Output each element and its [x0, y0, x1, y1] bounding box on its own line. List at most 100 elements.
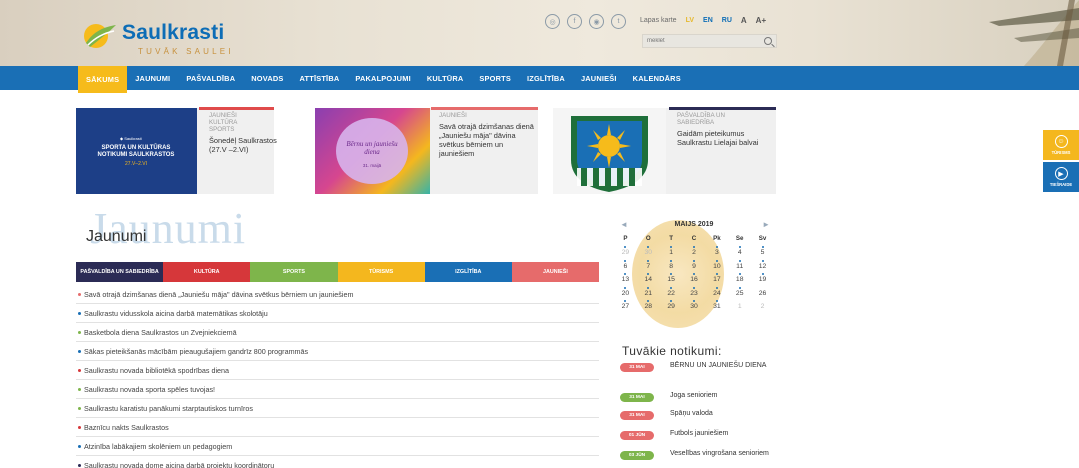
calendar-day[interactable]: 5 [751, 246, 774, 260]
calendar-day[interactable]: 1 [728, 300, 751, 314]
nav-item[interactable]: SPORTS [471, 66, 519, 90]
nav-item[interactable]: KALENDĀRS [625, 66, 689, 90]
calendar-day[interactable]: 30 [683, 300, 706, 314]
nav-item[interactable]: ATTĪSTĪBA [292, 66, 348, 90]
instagram-icon[interactable]: ◉ [589, 14, 604, 29]
calendar-day[interactable]: 14 [637, 273, 660, 287]
news-item[interactable]: Basketbola diena Saulkrastos un Zvejniek… [76, 323, 599, 342]
event-item[interactable]: 01 JŪN Futbols jauniešiem [620, 430, 790, 440]
site-map-link[interactable]: Lapas karte [640, 17, 677, 24]
facebook-icon[interactable]: f [567, 14, 582, 29]
news-item[interactable]: Saulkrastu vidusskola aicina darbā matem… [76, 304, 599, 323]
calendar-day[interactable]: 23 [683, 286, 706, 301]
nav-item[interactable]: PAŠVALDĪBA [178, 66, 243, 90]
event-title[interactable]: Futbols jauniešiem [670, 430, 728, 438]
calendar-day[interactable]: 7 [637, 259, 660, 274]
event-item[interactable]: 31 MAI Spāņu valoda [620, 410, 790, 420]
category-tab[interactable]: PAŠVALDĪBA UN SABIEDRĪBA [76, 262, 164, 282]
featured-card-3[interactable]: PAŠVALDĪBA UN SABIEDRĪBA Gaidām pieteiku… [553, 107, 776, 194]
twitter-icon[interactable]: t [611, 14, 626, 29]
lang-en[interactable]: EN [703, 17, 713, 24]
nav-item[interactable]: JAUNUMI [127, 66, 178, 90]
nav-item[interactable]: IZGLĪTĪBA [519, 66, 573, 90]
news-link[interactable]: Saulkrastu novada bibliotēkā spodrības d… [84, 366, 229, 375]
calendar-day[interactable]: 21 [637, 286, 660, 301]
category-tab[interactable]: IZGLĪTĪBA [424, 262, 512, 282]
news-item[interactable]: Saulkrastu novada bibliotēkā spodrības d… [76, 361, 599, 380]
search-input[interactable] [647, 38, 764, 44]
tourism-tool[interactable]: ☺ TŪRISMS [1043, 130, 1079, 160]
search-icon[interactable] [764, 37, 772, 45]
calendar-day[interactable]: 16 [683, 273, 706, 287]
news-item[interactable]: Baznīcu nakts Saulkrastos [76, 418, 599, 437]
card-title[interactable]: Šonedēļ Saulkrastos (27.V –2.VI) [209, 136, 277, 154]
calendar-day[interactable]: 19 [751, 273, 774, 287]
event-item[interactable]: 31 MAI Joga senioriem [620, 392, 790, 402]
calendar-day[interactable]: 15 [660, 273, 683, 287]
calendar-day[interactable]: 10 [705, 259, 728, 274]
calendar-day[interactable]: 26 [751, 287, 774, 301]
category-tab[interactable]: JAUNIEŠI [511, 262, 600, 282]
calendar-day[interactable]: 1 [660, 246, 683, 260]
calendar-day[interactable]: 4 [728, 246, 751, 260]
nav-item[interactable]: JAUNIEŠI [573, 66, 625, 90]
calendar-day[interactable]: 31 [705, 300, 728, 314]
event-title[interactable]: Veselības vingrošana senioriem [670, 450, 769, 458]
calendar-day[interactable]: 13 [614, 273, 637, 287]
calendar-day[interactable]: 17 [705, 273, 728, 287]
lang-lv[interactable]: LV [686, 17, 694, 24]
calendar-day[interactable]: 12 [751, 259, 774, 274]
calendar-day[interactable]: 6 [614, 259, 637, 274]
news-item[interactable]: Saulkrastu novada dome aicina darbā proj… [76, 456, 599, 468]
event-title[interactable]: BĒRNU UN JAUNIEŠU DIENA [670, 362, 766, 370]
card-title[interactable]: Gaidām pieteikumus Saulkrastu Lielajai b… [677, 129, 773, 147]
calendar-day[interactable]: 2 [751, 300, 774, 314]
category-tab[interactable]: SPORTS [250, 262, 338, 282]
circle-social-icon[interactable]: ◎ [545, 14, 560, 29]
news-link[interactable]: Saulkrastu novada dome aicina darbā proj… [84, 461, 274, 468]
news-link[interactable]: Atzinība labākajiem skolēniem un pedagog… [84, 442, 232, 451]
calendar-day[interactable]: 30 [637, 246, 660, 260]
news-link[interactable]: Baznīcu nakts Saulkrastos [84, 423, 169, 432]
calendar-day[interactable]: 9 [683, 259, 706, 274]
calendar-day[interactable]: 20 [614, 286, 637, 301]
event-title[interactable]: Spāņu valoda [670, 410, 713, 418]
calendar-day[interactable]: 22 [660, 286, 683, 301]
featured-card-1[interactable]: ◆ Saulkrasti SPORTA UN KULTŪRAS NOTIKUMI… [76, 107, 277, 194]
event-item[interactable]: 31 MAI BĒRNU UN JAUNIEŠU DIENA [620, 362, 790, 372]
calendar-day[interactable]: 8 [660, 259, 683, 274]
event-title[interactable]: Joga senioriem [670, 392, 717, 400]
news-link[interactable]: Sākas pieteikšanās mācībām pieaugušajiem… [84, 347, 308, 356]
broadcast-tool[interactable]: ▶ TIEŠRAIDE [1043, 162, 1079, 192]
news-link[interactable]: Saulkrastu karatistu panākumi starptauti… [84, 404, 253, 413]
calendar-next-icon[interactable]: ► [762, 220, 770, 229]
news-link[interactable]: Saulkrastu vidusskola aicina darbā matem… [84, 309, 268, 318]
news-link[interactable]: Saulkrastu novada sporta spēles tuvojas! [84, 385, 215, 394]
calendar-day[interactable]: 2 [683, 246, 706, 260]
nav-item[interactable]: SĀKUMS [78, 66, 128, 93]
category-tab[interactable]: KULTŪRA [163, 262, 251, 282]
news-item[interactable]: Saulkrastu novada sporta spēles tuvojas! [76, 380, 599, 399]
calendar-day[interactable]: 27 [614, 300, 637, 314]
nav-item[interactable]: KULTŪRA [419, 66, 472, 90]
calendar-day[interactable]: 11 [728, 259, 751, 274]
card-title[interactable]: Savā otrajā dzimšanas dienā „Jauniešu mā… [439, 122, 535, 158]
font-decrease[interactable]: A [741, 16, 747, 25]
calendar-day[interactable]: 29 [614, 246, 637, 260]
calendar-day[interactable]: 29 [660, 300, 683, 314]
font-increase[interactable]: A+ [756, 16, 766, 25]
featured-card-2[interactable]: Bērnu un jauniešu diena 31. maijā JAUNIE… [315, 107, 538, 194]
calendar-day[interactable]: 25 [728, 286, 751, 301]
site-logo[interactable]: Saulkrasti TUVĀK SAULEI [82, 16, 252, 56]
nav-item[interactable]: PAKALPOJUMI [347, 66, 418, 90]
event-item[interactable]: 03 JŪN Veselības vingrošana senioriem [620, 450, 790, 460]
calendar-day[interactable]: 28 [637, 300, 660, 314]
lang-ru[interactable]: RU [722, 17, 732, 24]
calendar-day[interactable]: 24 [705, 286, 728, 301]
news-item[interactable]: Saulkrastu karatistu panākumi starptauti… [76, 399, 599, 418]
calendar-day[interactable]: 18 [728, 273, 751, 287]
news-item[interactable]: Savā otrajā dzimšanas dienā „Jauniešu mā… [76, 285, 599, 304]
nav-item[interactable]: NOVADS [243, 66, 291, 90]
news-link[interactable]: Savā otrajā dzimšanas dienā „Jauniešu mā… [84, 290, 353, 299]
news-item[interactable]: Sākas pieteikšanās mācībām pieaugušajiem… [76, 342, 599, 361]
